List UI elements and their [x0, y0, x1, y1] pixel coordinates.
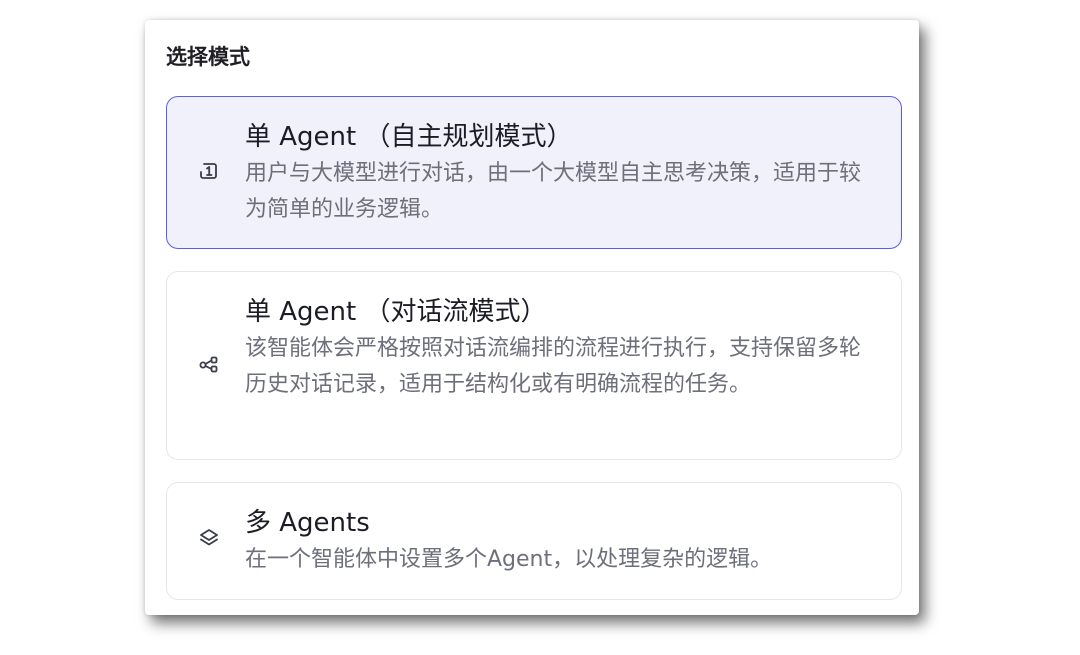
- option-title: 多 Agents: [245, 508, 370, 538]
- option-multi-agents[interactable]: 多 Agents 在一个智能体中设置多个Agent，以处理复杂的逻辑。: [166, 482, 902, 600]
- option-title: 单 Agent （对话流模式）: [245, 297, 547, 327]
- panel-title: 选择模式: [166, 45, 250, 69]
- option-title: 单 Agent （自主规划模式）: [245, 122, 573, 152]
- single-agent-icon: [197, 159, 221, 183]
- option-single-agent-autonomous[interactable]: 单 Agent （自主规划模式） 用户与大模型进行对话，由一个大模型自主思考决策…: [166, 96, 902, 249]
- workflow-icon: [197, 352, 221, 376]
- option-description: 该智能体会严格按照对话流编排的流程进行执行，支持保留多轮历史对话记录，适用于结构…: [245, 336, 862, 397]
- option-single-agent-workflow[interactable]: 单 Agent （对话流模式） 该智能体会严格按照对话流编排的流程进行执行，支持…: [166, 271, 902, 460]
- option-description: 用户与大模型进行对话，由一个大模型自主思考决策，适用于较为简单的业务逻辑。: [245, 161, 862, 222]
- mode-selection-panel: 选择模式 单 Agent （自主规划模式） 用户与大模型进行对话，由一个大模型自…: [145, 20, 919, 615]
- layers-icon: [197, 526, 221, 550]
- option-description: 在一个智能体中设置多个Agent，以处理复杂的逻辑。: [245, 547, 773, 572]
